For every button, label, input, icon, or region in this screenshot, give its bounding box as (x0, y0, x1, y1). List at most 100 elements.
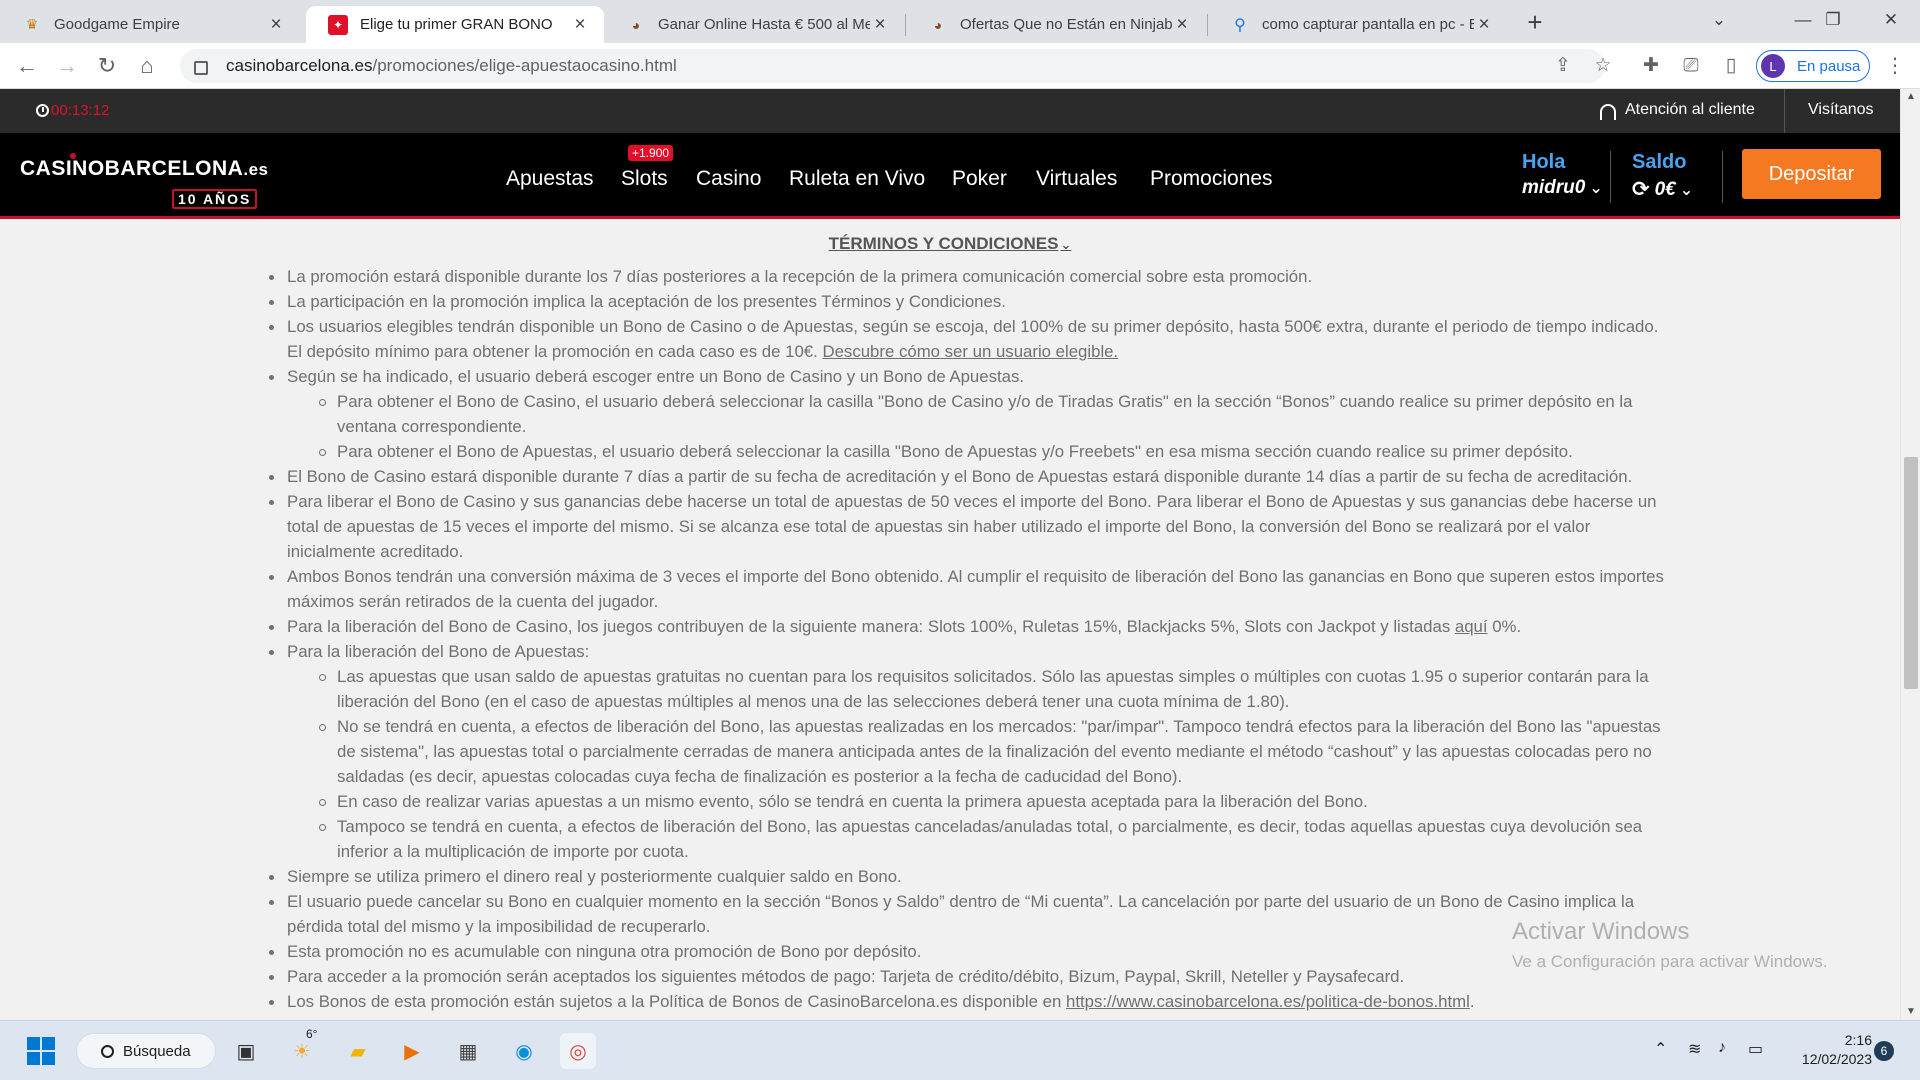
list-item: Para la liberación del Bono de Apuestas:… (267, 639, 1667, 864)
bookmark-star-icon[interactable]: ☆ (1588, 51, 1618, 81)
nav-virtuales[interactable]: Virtuales (1036, 167, 1117, 191)
customer-support-link[interactable]: Atención al cliente (1600, 101, 1755, 120)
browser-toolbar: ← → ↻ ⌂ casinobarcelona.es/promociones/e… (0, 43, 1920, 89)
nav-casino[interactable]: Casino (696, 167, 761, 191)
balance-label: Saldo (1632, 151, 1687, 173)
side-panel-icon[interactable]: ▯ (1716, 51, 1746, 81)
notification-badge[interactable]: 6 (1874, 1041, 1894, 1061)
terms-heading[interactable]: TÉRMINOS Y CONDICIONES ⌄ (0, 234, 1900, 254)
tab-title: Ofertas Que no Están en Ninjabet (960, 16, 1172, 33)
home-icon[interactable]: ⌂ (132, 51, 162, 81)
eligible-user-link[interactable]: Descubre cómo ser un usuario elegible. (822, 342, 1118, 361)
terms-content: TÉRMINOS Y CONDICIONES ⌄ La promoción est… (0, 222, 1900, 1020)
tab-bing[interactable]: ⚲ como capturar pantalla en pc - Bing × (1208, 6, 1508, 43)
list-item: La participación en la promoción implica… (267, 289, 1667, 314)
close-icon[interactable]: × (870, 14, 890, 36)
list-item: Ambos Bonos tendrán una conversión máxim… (267, 564, 1667, 614)
close-icon[interactable]: × (570, 14, 590, 36)
bonus-policy-link[interactable]: https://www.casinobarcelona.es/politica-… (1066, 992, 1470, 1011)
tab-search-chevron-icon[interactable]: ⌄ (1696, 4, 1742, 36)
sub-list-item: No se tendrá en cuenta, a efectos de lib… (317, 714, 1667, 789)
close-icon[interactable]: × (266, 14, 286, 36)
forward-icon[interactable]: → (52, 51, 82, 81)
list-item: Para liberar el Bono de Casino y sus gan… (267, 489, 1667, 564)
tab-ofertas[interactable]: ◕ Ofertas Que no Están en Ninjabet × (906, 6, 1206, 43)
nav-apuestas[interactable]: Apuestas (506, 167, 594, 191)
taskbar-search[interactable]: Búsqueda (76, 1033, 216, 1069)
nav-slots[interactable]: Slots (621, 167, 668, 191)
list-item: Para acceder a la promoción serán acepta… (267, 964, 1667, 989)
url-path: /promociones/elige-apuestaocasino.html (372, 56, 677, 75)
watermark-subtitle: Ve a Configuración para activar Windows. (1512, 952, 1828, 971)
scrollbar-thumb[interactable] (1904, 457, 1918, 689)
site-main-nav: CASINOBARCELONA.es 10 AÑOS Apuestas +1.9… (0, 133, 1900, 219)
taskbar-search-label: Búsqueda (123, 1042, 191, 1060)
reload-icon[interactable]: ↻ (92, 51, 122, 81)
sub-list-item: En caso de realizar varias apuestas a un… (317, 789, 1667, 814)
user-menu[interactable]: Hola midru0 ⌄ (1522, 151, 1603, 199)
volume-icon[interactable]: ♪ (1718, 1039, 1726, 1057)
site-icon: ◕ (933, 16, 943, 33)
scroll-up-icon[interactable]: ▲ (1901, 89, 1920, 105)
nav-promociones[interactable]: Promociones (1150, 167, 1273, 191)
logo-text: CASINOBARCELONA (20, 157, 244, 180)
list-item-text: Para la liberación del Bono de Casino, l… (287, 617, 1451, 636)
system-clock[interactable]: 2:16 12/02/2023 (1780, 1031, 1872, 1069)
list-item-text: Para la liberación del Bono de Apuestas: (287, 642, 590, 661)
terms-heading-label: TÉRMINOS Y CONDICIONES (828, 234, 1059, 253)
list-item: La promoción estará disponible durante l… (267, 264, 1667, 289)
back-icon[interactable]: ← (12, 51, 42, 81)
close-window-icon[interactable]: ✕ (1868, 4, 1914, 36)
battery-icon[interactable]: ▭ (1748, 1039, 1763, 1059)
scroll-down-icon[interactable]: ▼ (1901, 1004, 1920, 1020)
profile-status: En pausa (1797, 57, 1861, 75)
lock-icon[interactable] (194, 61, 208, 75)
tab-ganar-online[interactable]: ◕ Ganar Online Hasta € 500 al Mes × (604, 6, 904, 43)
profile-button[interactable]: L En pausa (1756, 50, 1870, 82)
page-scrollbar[interactable]: ▲ ▼ (1900, 89, 1920, 1020)
new-tab-button[interactable]: + (1520, 8, 1550, 38)
avatar: L (1761, 54, 1785, 78)
file-explorer-icon[interactable]: ▰ (340, 1033, 376, 1069)
wifi-icon[interactable]: ≋ (1688, 1039, 1701, 1059)
restore-icon[interactable]: ❐ (1810, 4, 1856, 36)
tab-title: Ganar Online Hasta € 500 al Mes (658, 16, 870, 33)
slots-count-badge: +1.900 (628, 145, 674, 161)
tab-title: Goodgame Empire (54, 16, 180, 33)
visit-us-link[interactable]: Visítanos (1808, 101, 1874, 119)
terms-list: La promoción estará disponible durante l… (267, 264, 1667, 1014)
task-view-icon[interactable]: ▣ (228, 1033, 264, 1069)
address-bar[interactable]: casinobarcelona.es/promociones/elige-apu… (180, 49, 1605, 83)
nav-ruleta-en-vivo[interactable]: Ruleta en Vivo (789, 167, 925, 191)
site-logo[interactable]: CASINOBARCELONA.es 10 AÑOS (20, 153, 268, 209)
edge-browser-icon[interactable]: ◉ (506, 1033, 542, 1069)
nav-poker[interactable]: Poker (952, 167, 1007, 191)
extensions-icon[interactable]: ✚ (1636, 51, 1666, 81)
browser-menu-icon[interactable]: ⋮ (1880, 51, 1910, 81)
url-host: casinobarcelona.es (226, 56, 373, 75)
chrome-browser-icon[interactable]: ◎ (560, 1033, 596, 1069)
list-item: Siempre se utiliza primero el dinero rea… (267, 864, 1667, 889)
tab-goodgame[interactable]: ♛ Goodgame Empire × (0, 6, 300, 43)
windows-start-icon[interactable] (27, 1037, 55, 1065)
close-icon[interactable]: × (1474, 14, 1494, 36)
tab-title: Elige tu primer GRAN BONO (360, 16, 553, 33)
headset-icon (1600, 104, 1616, 120)
close-icon[interactable]: × (1172, 14, 1192, 36)
cast-icon[interactable]: ⎚ (1676, 51, 1706, 81)
customer-support-label: Atención al cliente (1625, 101, 1755, 118)
tab-elige-bono[interactable]: ✦ Elige tu primer GRAN BONO × (306, 6, 604, 43)
sub-list-item: Para obtener el Bono de Casino, el usuar… (317, 389, 1667, 439)
list-item: El usuario puede cancelar su Bono en cua… (267, 889, 1667, 939)
calculator-icon[interactable]: ▦ (450, 1033, 486, 1069)
deposit-button[interactable]: Depositar (1742, 149, 1881, 199)
share-icon[interactable]: ⇪ (1548, 51, 1578, 81)
balance-value: 0€ (1654, 178, 1676, 200)
aqui-link[interactable]: aquí (1455, 617, 1488, 636)
crown-icon: ♛ (25, 16, 39, 32)
balance-menu[interactable]: Saldo ⟳ 0€ ⌄ (1632, 151, 1693, 202)
refresh-icon[interactable]: ⟳ (1632, 177, 1650, 202)
chevron-up-icon[interactable]: ⌃ (1654, 1039, 1667, 1059)
media-player-icon[interactable]: ▶ (394, 1033, 430, 1069)
site-top-bar: 00:13:12 Atención al cliente Visítanos (0, 89, 1900, 133)
